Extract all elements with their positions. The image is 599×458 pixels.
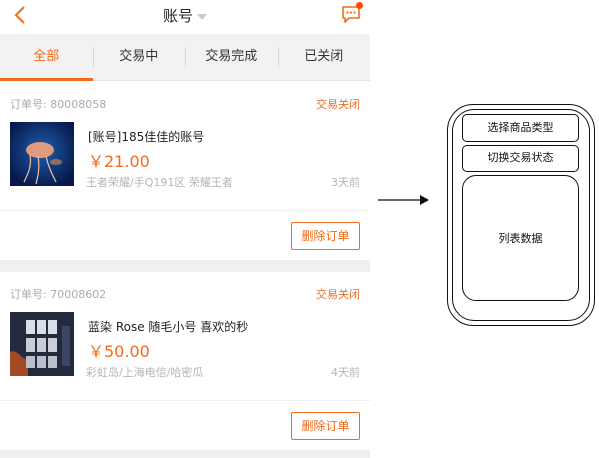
- page-title-text: 账号: [162, 7, 193, 25]
- section-gap: [0, 450, 370, 458]
- order-header: 订单号: 80008058 交易关闭: [0, 82, 370, 118]
- item-title: [账号]185佳佳的账号: [88, 130, 205, 144]
- order-status: 交易关闭: [316, 98, 360, 111]
- order-number: 订单号: 70008602: [10, 288, 107, 301]
- order-header: 订单号: 70008602 交易关闭: [0, 272, 370, 308]
- status-tabs: 全部 交易中 交易完成 已关闭: [0, 34, 370, 81]
- arrow-right-icon: [378, 195, 429, 205]
- caret-down-icon: [197, 13, 207, 20]
- item-time: 3天前: [331, 176, 360, 189]
- item-price: ￥50.00: [88, 342, 150, 361]
- product-thumbnail: [10, 312, 74, 376]
- item-title: 蓝染 Rose 随毛小号 喜欢的秒: [88, 320, 249, 334]
- order-number: 订单号: 80008058: [10, 98, 107, 111]
- divider: [0, 400, 370, 401]
- page-title[interactable]: 账号: [0, 5, 370, 26]
- item-meta: 王者荣耀/手Q191区 荣耀王者: [86, 176, 233, 189]
- tab-trading[interactable]: 交易中: [92, 34, 186, 80]
- tab-all[interactable]: 全部: [0, 34, 93, 81]
- notification-dot: [356, 2, 363, 9]
- phone-screen: 账号 全部 交易中 交易完成 已关闭 订单号: 80008058 交易关闭 [账…: [0, 0, 370, 458]
- product-thumbnail: [10, 122, 74, 186]
- wireframe-status-switcher: 切换交易状态: [462, 145, 579, 172]
- delete-order-button[interactable]: 删除订单: [291, 222, 360, 250]
- wireframe-category-selector: 选择商品类型: [462, 114, 579, 142]
- top-bar: 账号: [0, 0, 370, 34]
- tab-closed[interactable]: 已关闭: [277, 34, 371, 80]
- divider: [0, 210, 370, 211]
- order-status: 交易关闭: [316, 288, 360, 301]
- tab-completed[interactable]: 交易完成: [185, 34, 278, 80]
- delete-order-button[interactable]: 删除订单: [291, 412, 360, 440]
- item-meta: 彩虹岛/上海电信/哈密瓜: [86, 366, 204, 379]
- item-time: 4天前: [331, 366, 360, 379]
- section-gap: [0, 260, 370, 272]
- item-price: ￥21.00: [88, 152, 150, 171]
- wireframe-list-data: 列表数据: [462, 175, 579, 301]
